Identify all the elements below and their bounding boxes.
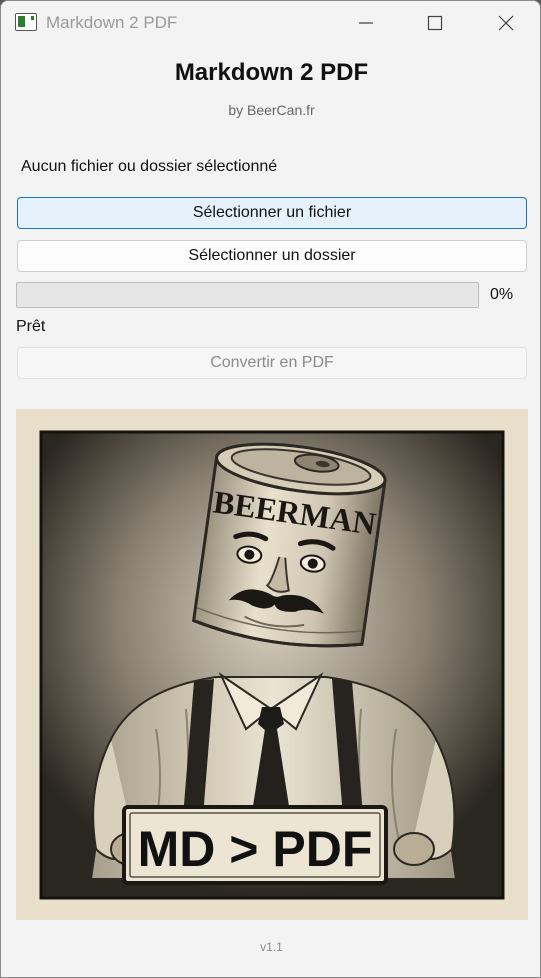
page-subtitle: by BeerCan.fr <box>228 102 315 118</box>
close-button[interactable] <box>471 1 540 45</box>
version-label: v1.1 <box>260 940 283 954</box>
window-title: Markdown 2 PDF <box>46 13 178 32</box>
convert-to-pdf-button[interactable]: Convertir en PDF <box>17 347 527 379</box>
select-folder-button[interactable]: Sélectionner un dossier <box>17 240 527 272</box>
title-bar[interactable]: Markdown 2 PDF <box>1 1 540 45</box>
progress-bar <box>16 282 479 308</box>
beerman-illustration: BEERMAN MD > PDF <box>16 409 528 920</box>
maximize-icon <box>427 15 443 31</box>
minimize-button[interactable] <box>331 1 401 45</box>
page-title: Markdown 2 PDF <box>174 59 369 86</box>
status-label: Prêt <box>16 318 46 335</box>
progress-percent-label: 0% <box>490 286 514 303</box>
selection-status-label: Aucun fichier ou dossier sélectionné <box>21 158 278 175</box>
app-window: Markdown 2 PDF Markdown 2 PDF by BeerCan… <box>0 0 541 978</box>
minimize-icon <box>359 22 373 24</box>
sign-text: MD > PDF <box>138 821 373 877</box>
select-file-button[interactable]: Sélectionner un fichier <box>17 197 527 229</box>
close-icon <box>498 15 514 31</box>
maximize-button[interactable] <box>400 1 470 45</box>
app-icon <box>15 13 37 31</box>
